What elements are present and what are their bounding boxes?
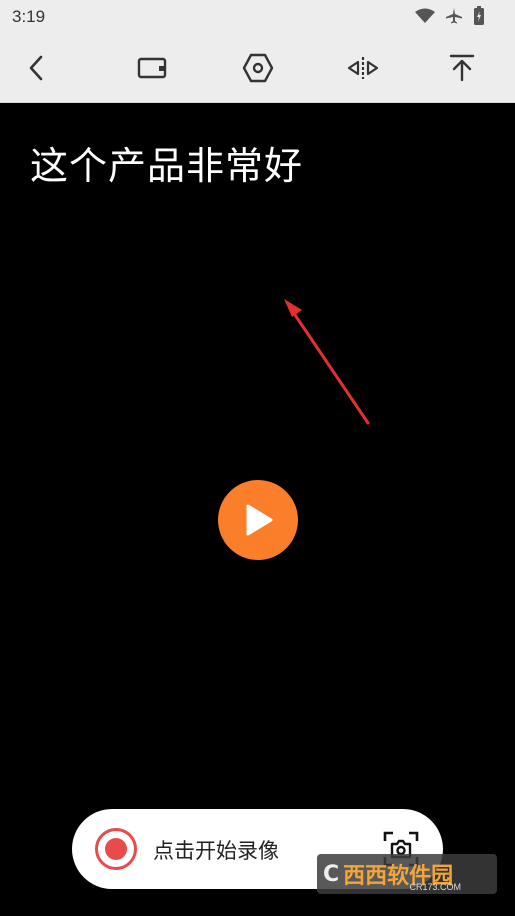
settings-button[interactable]: [236, 46, 280, 90]
play-icon: [246, 504, 273, 536]
back-button[interactable]: [14, 46, 58, 90]
mirror-flip-icon: [347, 57, 379, 79]
record-label[interactable]: 点击开始录像: [153, 835, 279, 865]
settings-hexagon-icon: [242, 53, 274, 83]
record-button[interactable]: [95, 828, 137, 870]
scroll-to-top-icon: [449, 54, 475, 82]
status-bar: 3:19: [0, 0, 515, 36]
watermark-subtext: CR173.COM: [409, 882, 461, 892]
record-icon: [105, 838, 127, 860]
wifi-icon: [415, 8, 435, 28]
status-time: 3:19: [12, 7, 46, 26]
status-icons: [415, 6, 485, 30]
wallet-icon: [137, 57, 167, 79]
battery-icon: [473, 6, 485, 30]
scroll-top-button[interactable]: [440, 46, 484, 90]
back-icon: [29, 55, 43, 81]
mirror-button[interactable]: [341, 46, 385, 90]
teleprompter-area: 这个产品非常好 点击开始录像 C 西西软件园 CR173.COM: [0, 103, 515, 916]
wallet-button[interactable]: [130, 46, 174, 90]
play-button[interactable]: [218, 480, 298, 560]
airplane-icon: [445, 7, 463, 29]
teleprompter-text: 这个产品非常好: [30, 144, 304, 188]
toolbar: [0, 36, 515, 103]
watermark-logo: C: [323, 861, 340, 887]
site-watermark: C 西西软件园 CR173.COM: [317, 854, 497, 894]
